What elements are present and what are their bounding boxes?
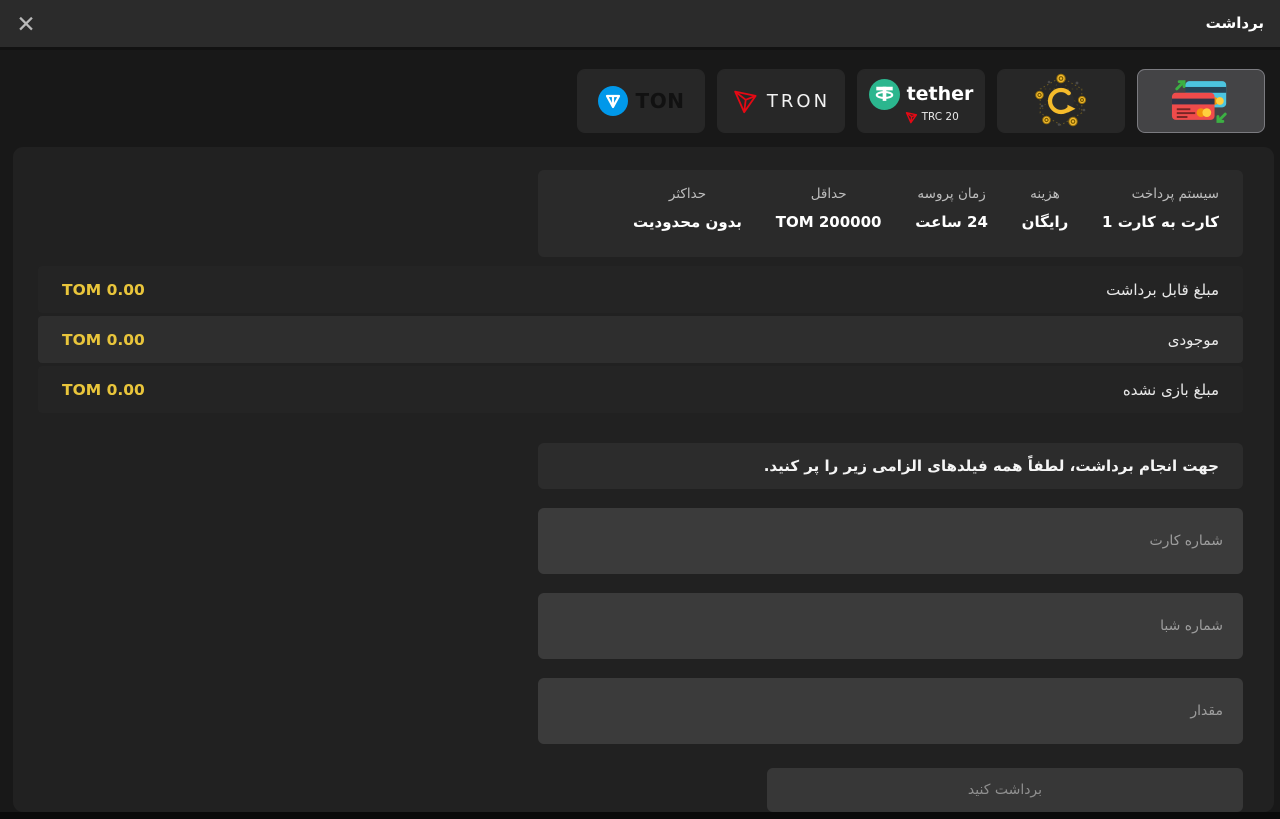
sheba-number-input[interactable] bbox=[538, 593, 1243, 659]
info-col-process-time: زمان پروسه 24 ساعت bbox=[915, 186, 988, 257]
payment-method-ton[interactable]: TON bbox=[577, 69, 705, 133]
balance-list: مبلغ قابل برداشت TOM 0.00 موجودی TOM 0.0… bbox=[38, 266, 1243, 416]
info-col-fee: هزینه رایگان bbox=[1022, 186, 1069, 257]
tron-label: TRON bbox=[767, 91, 830, 112]
close-button[interactable]: ✕ bbox=[8, 7, 44, 43]
payment-method-tether-trc20[interactable]: tether TRC 20 bbox=[857, 69, 985, 133]
payment-method-coin[interactable] bbox=[997, 69, 1125, 133]
balance-value: TOM 0.00 bbox=[62, 381, 145, 399]
amount-input[interactable] bbox=[538, 678, 1243, 744]
sheba-number-field-wrap bbox=[538, 593, 1243, 659]
info-col-payment-system: سیستم پرداخت کارت به کارت 1 bbox=[1102, 186, 1219, 257]
ton-icon bbox=[598, 86, 628, 116]
card-number-field-wrap bbox=[538, 508, 1243, 574]
payment-method-tabs: TON TRON tether bbox=[577, 69, 1265, 133]
coin-network-icon bbox=[1033, 73, 1089, 129]
trc20-tron-icon bbox=[905, 111, 918, 124]
tether-icon bbox=[869, 79, 900, 110]
withdrawal-panel: سیستم پرداخت کارت به کارت 1 هزینه رایگان… bbox=[13, 147, 1274, 812]
ton-label: TON bbox=[636, 89, 685, 113]
withdraw-submit-button[interactable]: برداشت کنید bbox=[767, 768, 1243, 812]
info-col-maximum: حداکثر بدون محدودیت bbox=[633, 186, 742, 257]
tron-icon bbox=[732, 88, 759, 115]
card-to-card-icon bbox=[1170, 78, 1232, 125]
balance-value: TOM 0.00 bbox=[62, 281, 145, 299]
close-icon: ✕ bbox=[16, 12, 35, 38]
form-instruction: جهت انجام برداشت، لطفاً همه فیلدهای الزا… bbox=[538, 443, 1243, 489]
balance-row-unplayed: مبلغ بازی نشده TOM 0.00 bbox=[38, 366, 1243, 413]
info-col-minimum: حداقل TOM 200000 bbox=[776, 186, 882, 257]
card-number-input[interactable] bbox=[538, 508, 1243, 574]
amount-field-wrap bbox=[538, 678, 1243, 744]
page-title: برداشت bbox=[1206, 0, 1264, 47]
dialog-titlebar: ✕ برداشت bbox=[0, 0, 1280, 50]
payment-method-card-to-card[interactable] bbox=[1137, 69, 1265, 133]
balance-row-balance: موجودی TOM 0.00 bbox=[38, 316, 1243, 363]
tether-label: tether bbox=[907, 83, 974, 105]
payment-method-tron[interactable]: TRON bbox=[717, 69, 845, 133]
payment-info-table: سیستم پرداخت کارت به کارت 1 هزینه رایگان… bbox=[538, 170, 1243, 257]
balance-value: TOM 0.00 bbox=[62, 331, 145, 349]
balance-row-withdrawable: مبلغ قابل برداشت TOM 0.00 bbox=[38, 266, 1243, 313]
trc20-label: TRC 20 bbox=[922, 111, 959, 123]
